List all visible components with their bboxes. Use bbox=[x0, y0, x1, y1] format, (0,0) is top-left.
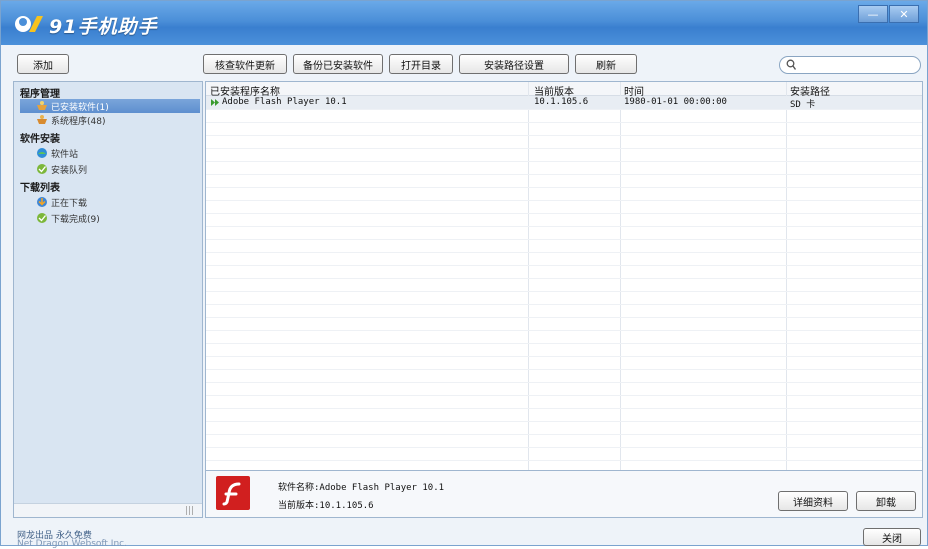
sidebar-item-label: 安装队列 bbox=[51, 165, 88, 176]
row-gridline bbox=[206, 395, 922, 396]
flash-player-icon bbox=[216, 476, 250, 510]
check-updates-button[interactable]: 核查软件更新 bbox=[203, 54, 287, 74]
software-store-icon bbox=[37, 148, 47, 158]
row-gridline bbox=[206, 174, 922, 175]
row-gridline bbox=[206, 460, 922, 461]
install-path-settings-button[interactable]: 安装路径设置 bbox=[459, 54, 569, 74]
sidebar: 程序管理 已安装软件(1) 系统程序(48) 软件安装 软件站 安装队列 下载列… bbox=[13, 81, 203, 518]
row-gridline bbox=[206, 239, 922, 240]
detail-app-name: 软件名称:Adobe Flash Player 10.1 bbox=[278, 483, 445, 493]
column-divider bbox=[528, 82, 529, 470]
cell-app-name: Adobe Flash Player 10.1 bbox=[222, 97, 347, 107]
row-gridline bbox=[206, 330, 922, 331]
app-logo-icon bbox=[15, 16, 43, 32]
installed-apps-list: 已安装程序名称 当前版本 时间 安装路径 Adobe Flash Player … bbox=[205, 81, 923, 471]
column-divider bbox=[620, 82, 621, 470]
app-window: 91手机助手 — ✕ 添加 核查软件更新 备份已安装软件 打开目录 安装路径设置… bbox=[0, 0, 928, 549]
row-gridline bbox=[206, 278, 922, 279]
row-gridline bbox=[206, 213, 922, 214]
close-icon[interactable]: ✕ bbox=[889, 5, 919, 23]
group-program-management[interactable]: 程序管理 bbox=[20, 85, 60, 100]
add-button[interactable]: 添加 bbox=[17, 54, 69, 74]
row-gridline bbox=[206, 356, 922, 357]
row-gridline bbox=[206, 291, 922, 292]
minimize-icon[interactable]: — bbox=[858, 5, 888, 23]
install-queue-icon bbox=[37, 164, 47, 174]
installed-apps-icon bbox=[37, 101, 47, 110]
row-gridline bbox=[206, 447, 922, 448]
system-apps-icon bbox=[37, 115, 47, 124]
row-gridline bbox=[206, 148, 922, 149]
footer-company: Net Dragon Websoft Inc. bbox=[17, 539, 127, 549]
cell-time: 1980-01-01 00:00:00 bbox=[624, 97, 727, 107]
play-arrow-icon bbox=[211, 99, 219, 106]
row-gridline bbox=[206, 135, 922, 136]
refresh-button[interactable]: 刷新 bbox=[575, 54, 637, 74]
search-icon bbox=[786, 59, 796, 70]
group-software-install[interactable]: 软件安装 bbox=[20, 130, 60, 145]
row-gridline bbox=[206, 343, 922, 344]
row-gridline bbox=[206, 434, 922, 435]
details-button[interactable]: 详细资料 bbox=[778, 491, 848, 511]
row-gridline bbox=[206, 109, 922, 110]
row-gridline bbox=[206, 200, 922, 201]
window-controls: — ✕ bbox=[858, 5, 919, 23]
row-gridline bbox=[206, 187, 922, 188]
sidebar-item-label: 正在下载 bbox=[51, 198, 88, 209]
sidebar-item-software-store[interactable]: 软件站 bbox=[20, 146, 200, 160]
cell-version: 10.1.105.6 bbox=[534, 97, 589, 107]
search-input[interactable] bbox=[779, 56, 921, 74]
row-gridline bbox=[206, 161, 922, 162]
row-gridline bbox=[206, 421, 922, 422]
close-button[interactable]: 关闭 bbox=[863, 528, 921, 546]
scroll-grip[interactable]: ||| bbox=[185, 506, 194, 516]
row-gridline bbox=[206, 304, 922, 305]
title-bar[interactable]: 91手机助手 — ✕ bbox=[1, 1, 927, 45]
row-gridline bbox=[206, 408, 922, 409]
row-gridline bbox=[206, 122, 922, 123]
sidebar-item-label: 已安装软件(1) bbox=[51, 102, 109, 113]
sidebar-item-installed-apps[interactable]: 已安装软件(1) bbox=[20, 99, 200, 113]
sidebar-item-install-queue[interactable]: 安装队列 bbox=[20, 162, 200, 176]
group-download-list[interactable]: 下载列表 bbox=[20, 179, 60, 194]
row-gridline bbox=[206, 317, 922, 318]
sidebar-item-label: 软件站 bbox=[51, 149, 79, 160]
sidebar-scrollbar[interactable]: ||| bbox=[14, 503, 202, 517]
row-gridline bbox=[206, 252, 922, 253]
sidebar-item-label: 系统程序(48) bbox=[51, 116, 106, 127]
row-gridline bbox=[206, 226, 922, 227]
backup-installed-button[interactable]: 备份已安装软件 bbox=[293, 54, 383, 74]
download-complete-icon bbox=[37, 213, 47, 223]
row-gridline bbox=[206, 369, 922, 370]
list-header: 已安装程序名称 当前版本 时间 安装路径 bbox=[206, 82, 922, 98]
sidebar-item-system-apps[interactable]: 系统程序(48) bbox=[20, 113, 200, 127]
app-title: 91手机助手 bbox=[49, 16, 158, 38]
column-divider bbox=[786, 82, 787, 470]
app-detail-panel: 软件名称:Adobe Flash Player 10.1 当前版本:10.1.1… bbox=[205, 471, 923, 518]
sidebar-item-downloading[interactable]: 正在下载 bbox=[20, 195, 200, 209]
row-gridline bbox=[206, 382, 922, 383]
sidebar-item-label: 下载完成(9) bbox=[51, 214, 100, 225]
table-row[interactable]: Adobe Flash Player 10.1 10.1.105.6 1980-… bbox=[206, 96, 922, 110]
detail-app-version: 当前版本:10.1.105.6 bbox=[278, 501, 374, 511]
downloading-icon bbox=[37, 197, 47, 207]
uninstall-button[interactable]: 卸载 bbox=[856, 491, 916, 511]
row-gridline bbox=[206, 265, 922, 266]
open-directory-button[interactable]: 打开目录 bbox=[389, 54, 453, 74]
sidebar-item-download-complete[interactable]: 下载完成(9) bbox=[20, 211, 200, 225]
